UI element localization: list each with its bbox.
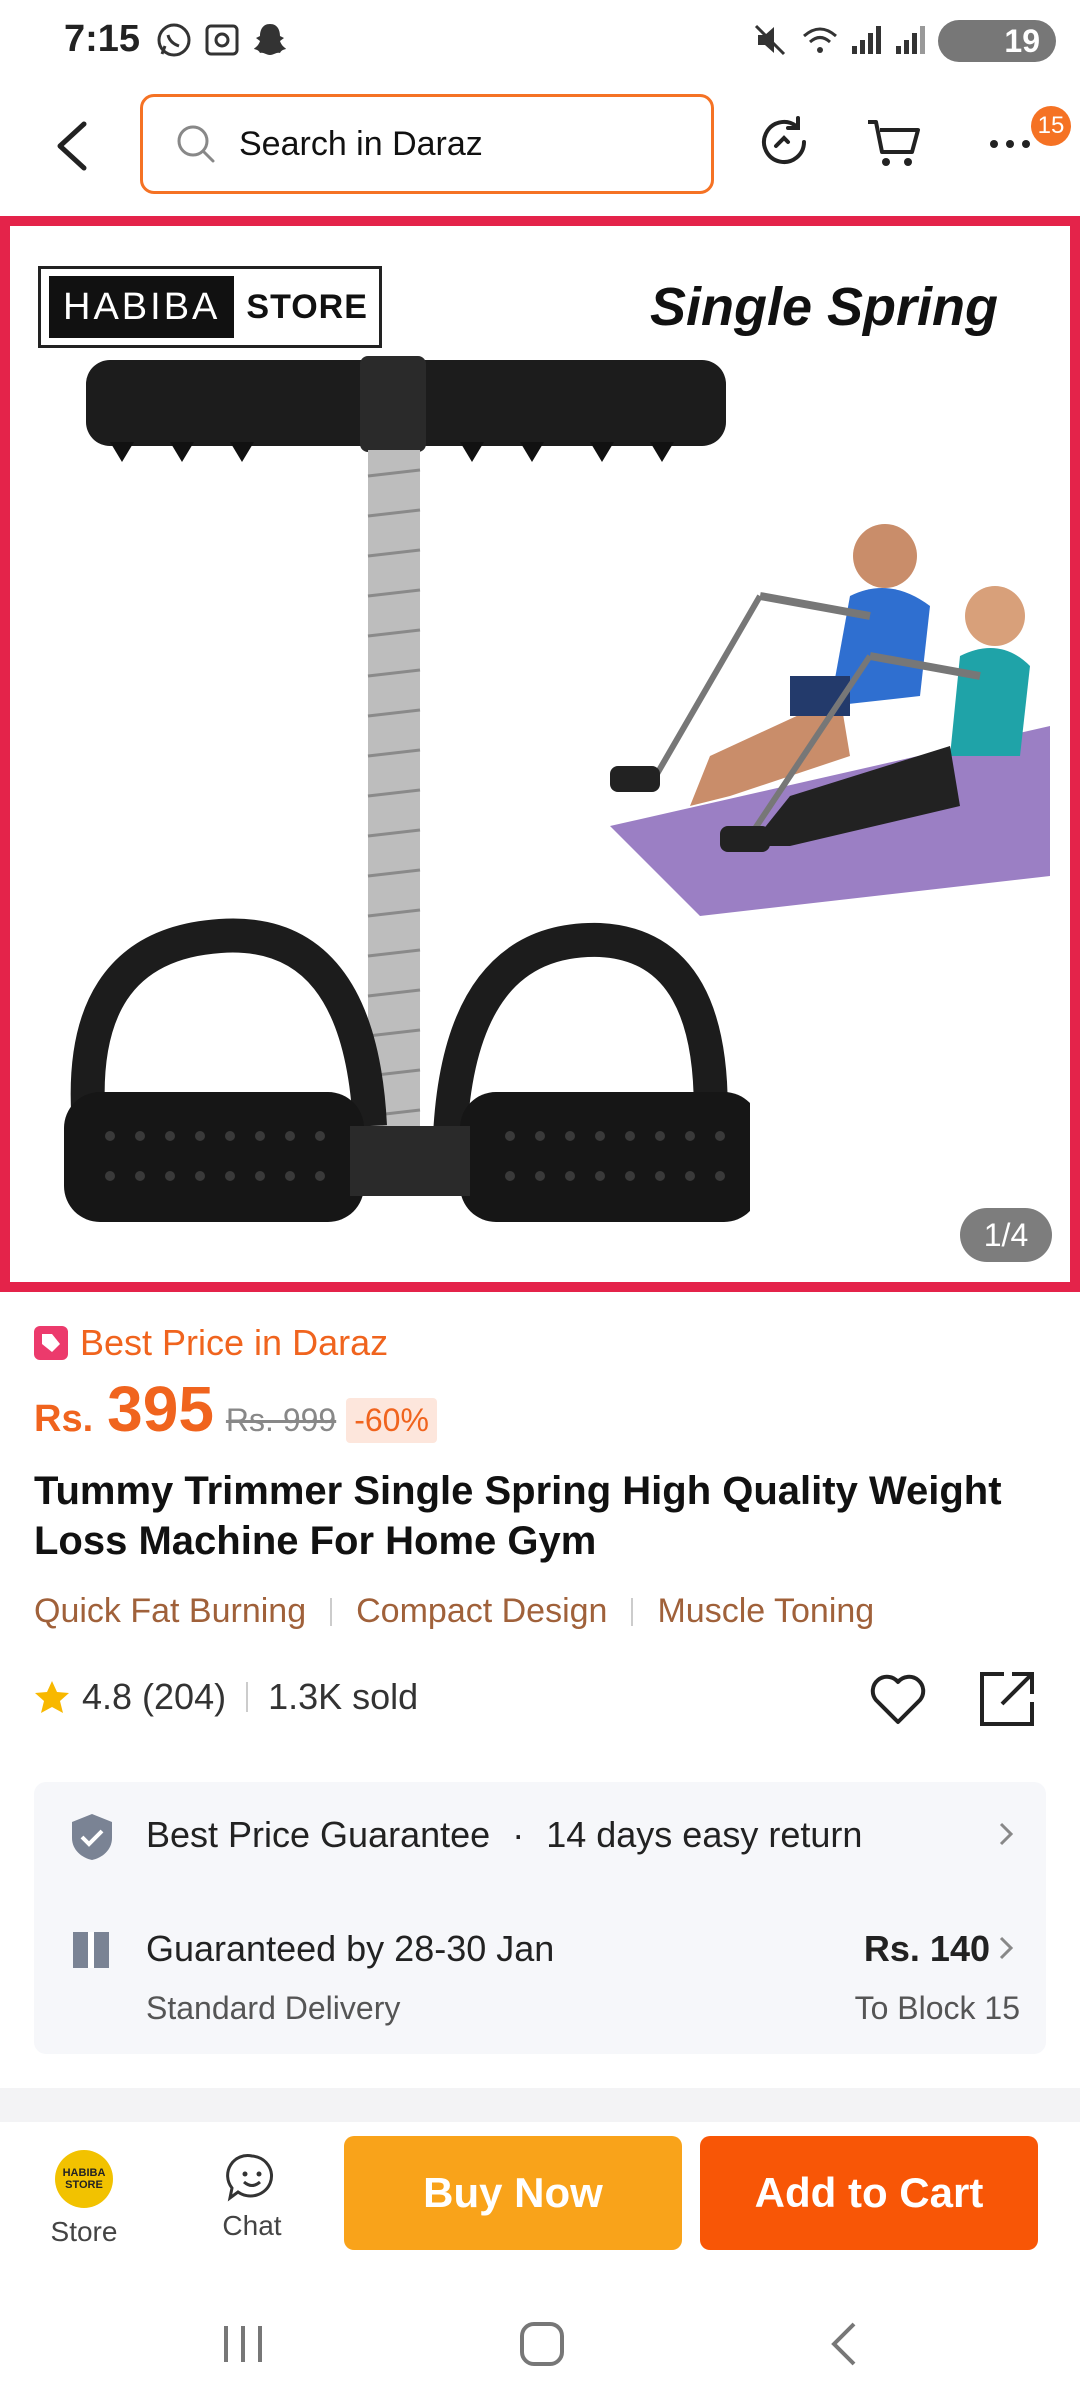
divider (246, 1682, 249, 1712)
currency: Rs. (34, 1398, 94, 1440)
price-tag-icon (34, 1326, 68, 1360)
best-price-guarantee: Best Price Guarantee (146, 1814, 491, 1855)
review-count: (204) (142, 1676, 227, 1717)
recent-apps-icon[interactable] (220, 2322, 266, 2366)
chat-label: Chat (222, 2210, 282, 2241)
wifi-icon (803, 27, 837, 53)
shield-check-icon (72, 1814, 112, 1860)
best-price-text: Best Price in Daraz (80, 1322, 389, 1363)
image-counter: 1/4 (960, 1208, 1052, 1262)
rating-value: 4.8 (82, 1676, 133, 1717)
discount-badge: -60% (346, 1398, 437, 1443)
store-avatar: HABIBA STORE (55, 2150, 113, 2208)
divider (330, 1597, 333, 1626)
delivery-date: Guaranteed by 28-30 Jan (146, 1928, 555, 1969)
feature-tags: Quick Fat Burning Compact Design Muscle … (34, 1592, 874, 1631)
status-time: 7:15 (64, 18, 141, 60)
current-price: 395 (107, 1373, 214, 1445)
cart-icon[interactable] (864, 112, 924, 172)
chevron-right-icon[interactable] (996, 1934, 1016, 1962)
product-image-gallery[interactable]: HABIBA STORE Single Spring 1/4 (0, 216, 1080, 1292)
share-icon[interactable] (976, 1668, 1038, 1730)
service-card[interactable]: Best Price Guarantee · 14 days easy retu… (34, 1782, 1046, 2054)
add-to-cart-button[interactable]: Add to Cart (700, 2136, 1038, 2250)
package-icon (73, 1932, 109, 1968)
system-nav-bar (0, 2282, 1080, 2400)
system-back-icon[interactable] (826, 2320, 862, 2368)
section-divider (0, 2088, 1080, 2122)
price-row: Rs. 395 Rs. 999 -60% (34, 1372, 437, 1446)
home-icon[interactable] (518, 2320, 566, 2368)
sold-count: 1.3K sold (268, 1676, 419, 1717)
delivery-fee: Rs. 140 (863, 1928, 990, 1969)
best-price-label: Best Price in Daraz (34, 1322, 388, 1364)
guarantee-line: Best Price Guarantee · 14 days easy retu… (146, 1814, 863, 1855)
image-headline: Single Spring (650, 277, 999, 337)
wishlist-heart-icon[interactable] (868, 1670, 928, 1726)
store-label: Store (50, 2216, 118, 2247)
screenshot-icon (205, 24, 239, 56)
star-icon (35, 1681, 69, 1713)
signal-icon-2 (896, 26, 925, 54)
status-bar: 7:15 19 (0, 0, 1080, 80)
notification-badge: 15 (1031, 106, 1071, 146)
back-icon[interactable] (50, 118, 94, 174)
chat-button[interactable]: Chat (210, 2152, 294, 2242)
bottom-action-bar: HABIBA STORE Store Chat Buy Now Add to C… (0, 2122, 1080, 2282)
store-logo: HABIBA STORE (38, 266, 382, 348)
feature-tag: Compact Design (356, 1592, 608, 1630)
history-icon[interactable] (754, 112, 814, 172)
chevron-right-icon[interactable] (996, 1820, 1016, 1848)
original-price: Rs. 999 (225, 1402, 337, 1438)
product-title: Tummy Trimmer Single Spring High Quality… (34, 1469, 1002, 1563)
buy-now-button[interactable]: Buy Now (344, 2136, 682, 2250)
battery-indicator: 19 (938, 20, 1056, 62)
store-button[interactable]: HABIBA STORE Store (42, 2150, 126, 2248)
feature-tag: Quick Fat Burning (34, 1592, 307, 1630)
divider (631, 1597, 634, 1626)
delivery-type: Standard Delivery (146, 1990, 401, 2026)
search-icon (177, 125, 215, 163)
snapchat-icon (254, 24, 286, 55)
mute-icon (754, 24, 786, 56)
signal-icon (852, 26, 881, 54)
whatsapp-icon (157, 23, 191, 57)
store-logo-dark-text: HABIBA (49, 276, 235, 338)
store-logo-light-text: STORE (246, 287, 368, 326)
search-placeholder: Search in Daraz (239, 124, 483, 163)
return-policy: 14 days easy return (546, 1814, 863, 1855)
feature-tag: Muscle Toning (657, 1592, 875, 1630)
delivery-destination: To Block 15 (854, 1990, 1020, 2026)
search-input[interactable]: Search in Daraz (140, 94, 714, 194)
chat-icon (226, 2154, 273, 2202)
exercise-photo (610, 524, 1050, 916)
rating-row[interactable]: 4.8 (204) 1.3K sold (34, 1676, 418, 1718)
